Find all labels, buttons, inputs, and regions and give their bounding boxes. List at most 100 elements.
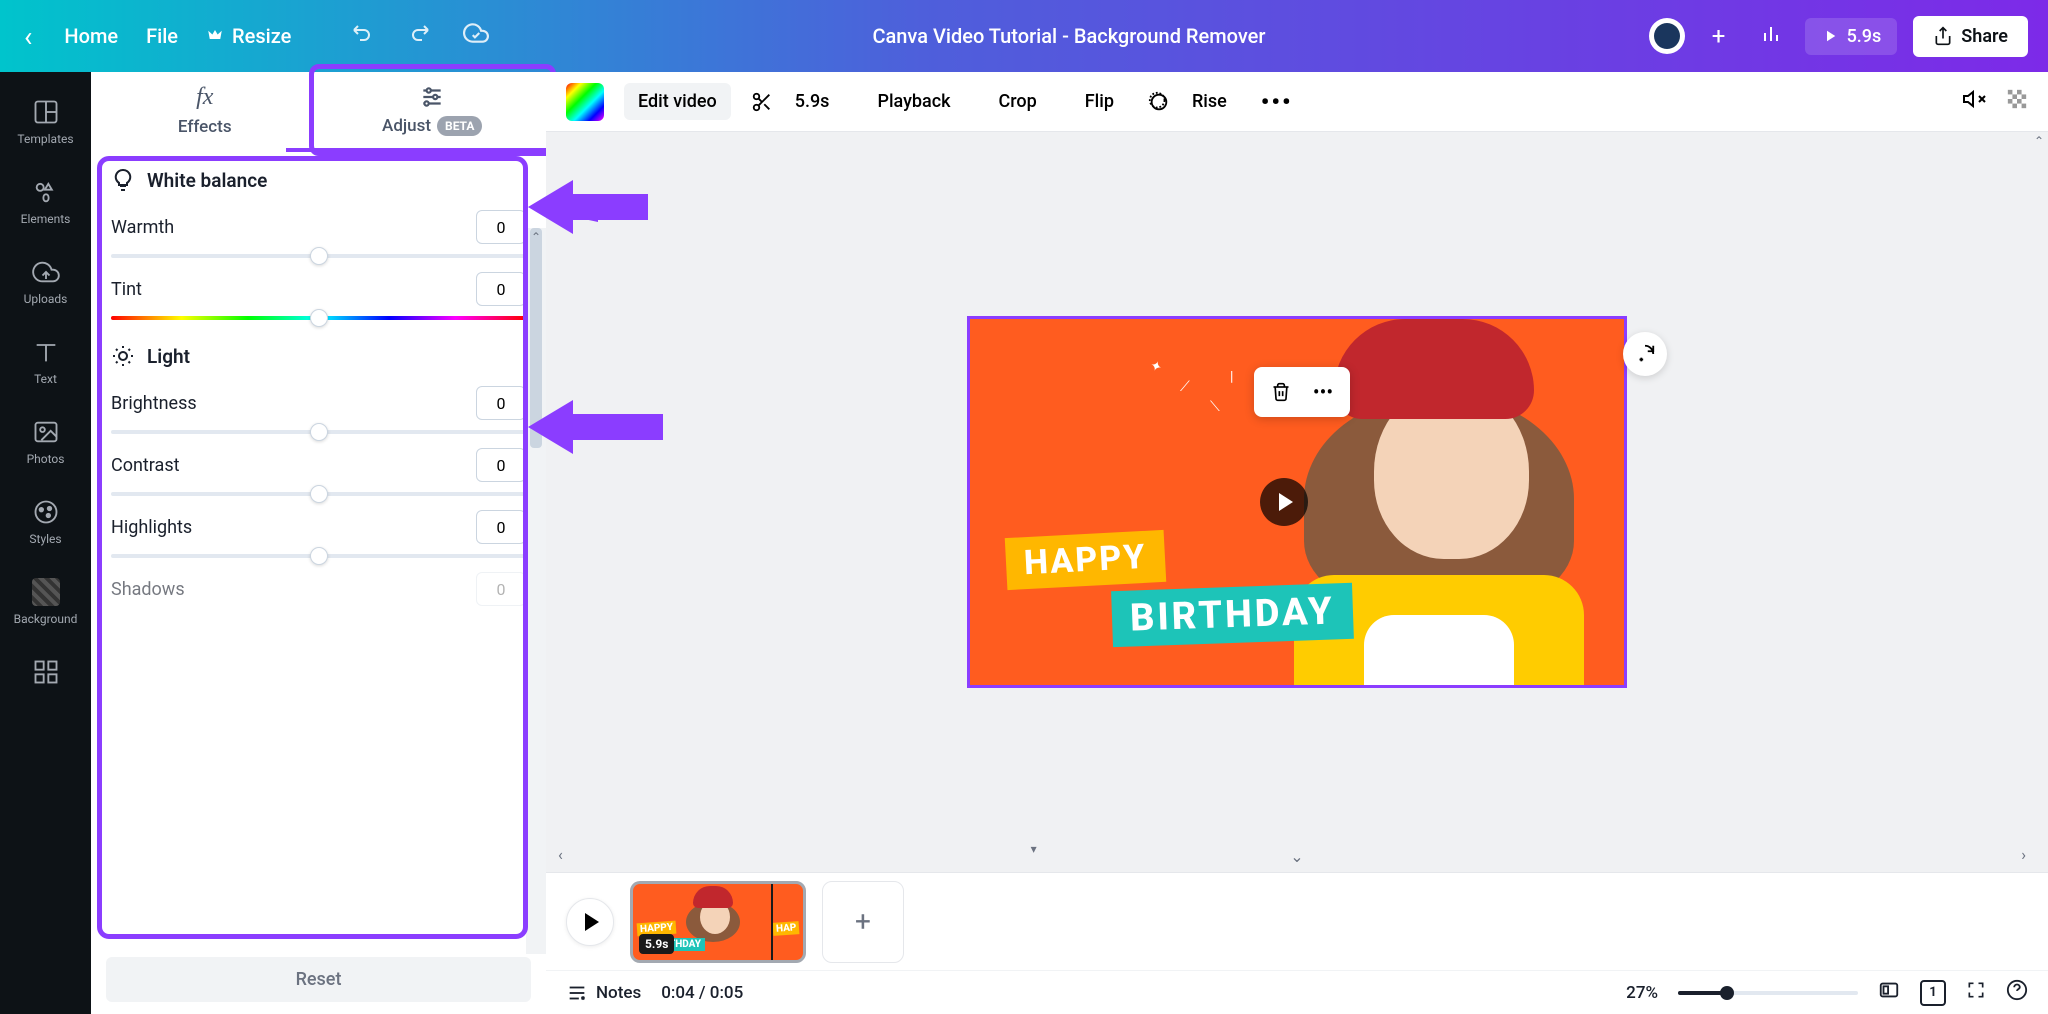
tint-slider-thumb[interactable] [310,309,328,327]
document-title[interactable]: Canva Video Tutorial - Background Remove… [489,24,1648,48]
canvas-frame[interactable]: ✦ ⟋ ⟍ | ✧ ⟋ ⟍ [967,316,1627,688]
nav-more[interactable] [0,644,91,700]
nav-background-label: Background [14,612,78,626]
clip-text-hap2: HAP [772,921,799,936]
color-picker-button[interactable] [566,83,604,121]
brightness-slider[interactable] [111,430,526,434]
contrast-slider-thumb[interactable] [310,485,328,503]
analytics-icon[interactable] [1753,15,1789,57]
brightness-control: Brightness 0 [111,386,526,434]
tint-value-input[interactable]: 0 [476,272,526,306]
clip-duration-badge: 5.9s [639,934,674,954]
user-avatar[interactable] [1649,18,1685,54]
add-collaborator-button[interactable]: + [1701,18,1737,54]
share-icon [1933,26,1953,46]
present-button[interactable]: 5.9s [1805,18,1898,55]
delete-element-button[interactable] [1262,373,1300,411]
edit-video-button[interactable]: Edit video [624,83,731,120]
canvas-toolbar: Edit video 5.9s Playback Crop Flip Rise … [546,72,2048,132]
home-menu[interactable]: Home [64,24,118,48]
more-options-button[interactable]: ••• [1261,88,1293,116]
nav-elements[interactable]: Elements [0,164,91,240]
tab-effects[interactable]: fx Effects [91,72,319,148]
editor-footer: Notes 0:04 / 0:05 27% 1 [546,970,2048,1014]
mute-icon[interactable] [1962,87,1986,117]
cloud-sync-icon[interactable] [463,20,489,52]
prev-page-chevron-icon[interactable]: ‹ [554,841,567,868]
contrast-value-input[interactable]: 0 [476,448,526,482]
playback-button[interactable]: Playback [863,83,964,120]
header-right: + 5.9s Share [1649,15,2028,57]
grid-view-icon[interactable] [1878,979,1900,1006]
regenerate-fab[interactable] [1623,332,1667,376]
timeline-play-button[interactable] [566,898,614,946]
share-button[interactable]: Share [1913,16,2028,57]
scissors-icon [751,91,773,113]
contrast-slider[interactable] [111,492,526,496]
nav-text[interactable]: Text [0,324,91,400]
crop-button[interactable]: Crop [985,83,1051,120]
notes-button[interactable]: Notes [566,982,641,1004]
nav-styles[interactable]: Styles [0,484,91,560]
canvas-scrollbar[interactable]: ⌃ [2032,132,2048,872]
highlights-value-input[interactable]: 0 [476,510,526,544]
tint-slider[interactable] [111,316,526,320]
decoration-line: ⟋ [1180,379,1190,395]
canvas-viewport[interactable]: ✦ ⟋ ⟍ | ✧ ⟋ ⟍ [546,132,2048,872]
panel-scrollbar[interactable]: ⌃ [526,228,546,954]
reset-button[interactable]: Reset [106,957,531,1002]
highlights-control: Highlights 0 [111,510,526,558]
panel-tabs: fx Effects Adjust BETA [91,72,546,152]
annotation-arrow-bottom [528,392,668,462]
warmth-slider-thumb[interactable] [310,247,328,265]
zoom-slider[interactable] [1678,991,1858,995]
templates-icon [32,98,60,126]
help-icon[interactable] [2006,979,2028,1006]
play-icon [1821,27,1839,45]
warmth-value-input[interactable]: 0 [476,210,526,244]
nav-photos[interactable]: Photos [0,404,91,480]
collapse-chevron-icon[interactable]: ⌄ [1286,843,1307,870]
zoom-slider-thumb[interactable] [1720,986,1734,1000]
flip-button[interactable]: Flip [1071,83,1128,120]
white-balance-header: White balance [111,168,526,192]
brightness-value-input[interactable]: 0 [476,386,526,420]
page-marker-icon: ▾ [1027,838,1041,860]
element-more-button[interactable]: ••• [1304,373,1342,411]
decoration-sparkle: ✦ [1148,357,1164,376]
transparency-icon[interactable] [2006,88,2028,116]
nav-background[interactable]: Background [0,564,91,640]
canvas-text-happy[interactable]: HAPPY [1005,530,1166,590]
warmth-slider[interactable] [111,254,526,258]
fullscreen-icon[interactable] [1966,980,1986,1005]
highlights-slider[interactable] [111,554,526,558]
file-menu[interactable]: File [146,24,178,48]
tab-effects-label: Effects [178,117,232,137]
canvas-text-birthday[interactable]: BIRTHDAY [1111,583,1354,647]
zoom-percentage[interactable]: 27% [1626,983,1658,1003]
brightness-slider-thumb[interactable] [310,423,328,441]
nav-text-label: Text [34,372,57,386]
photos-icon [32,418,60,446]
nav-uploads[interactable]: Uploads [0,244,91,320]
undo-icon[interactable] [351,20,375,52]
playback-time: 0:04 / 0:05 [661,983,743,1003]
shadows-value-input[interactable]: 0 [476,572,526,606]
timeline-playhead[interactable] [771,882,773,962]
timeline-clip[interactable]: HAPPY THDAY HAP 5.9s [630,881,806,963]
redo-icon[interactable] [407,20,431,52]
scroll-up-arrow-icon[interactable]: ⌃ [2034,134,2044,148]
tab-adjust[interactable]: Adjust BETA [319,72,547,148]
white-balance-title: White balance [147,169,267,192]
resize-menu[interactable]: Resize [206,24,291,48]
next-page-chevron-icon[interactable]: › [2017,841,2030,868]
duration-button[interactable]: 5.9s [751,83,844,120]
page-counter[interactable]: 1 [1920,980,1946,1006]
notes-icon [566,982,588,1004]
back-chevron-icon[interactable]: ‹ [20,16,36,57]
animation-button[interactable]: Rise [1148,83,1241,120]
add-page-button[interactable]: + [822,881,904,963]
canvas-play-button[interactable] [1260,478,1308,526]
highlights-slider-thumb[interactable] [310,547,328,565]
nav-templates[interactable]: Templates [0,84,91,160]
